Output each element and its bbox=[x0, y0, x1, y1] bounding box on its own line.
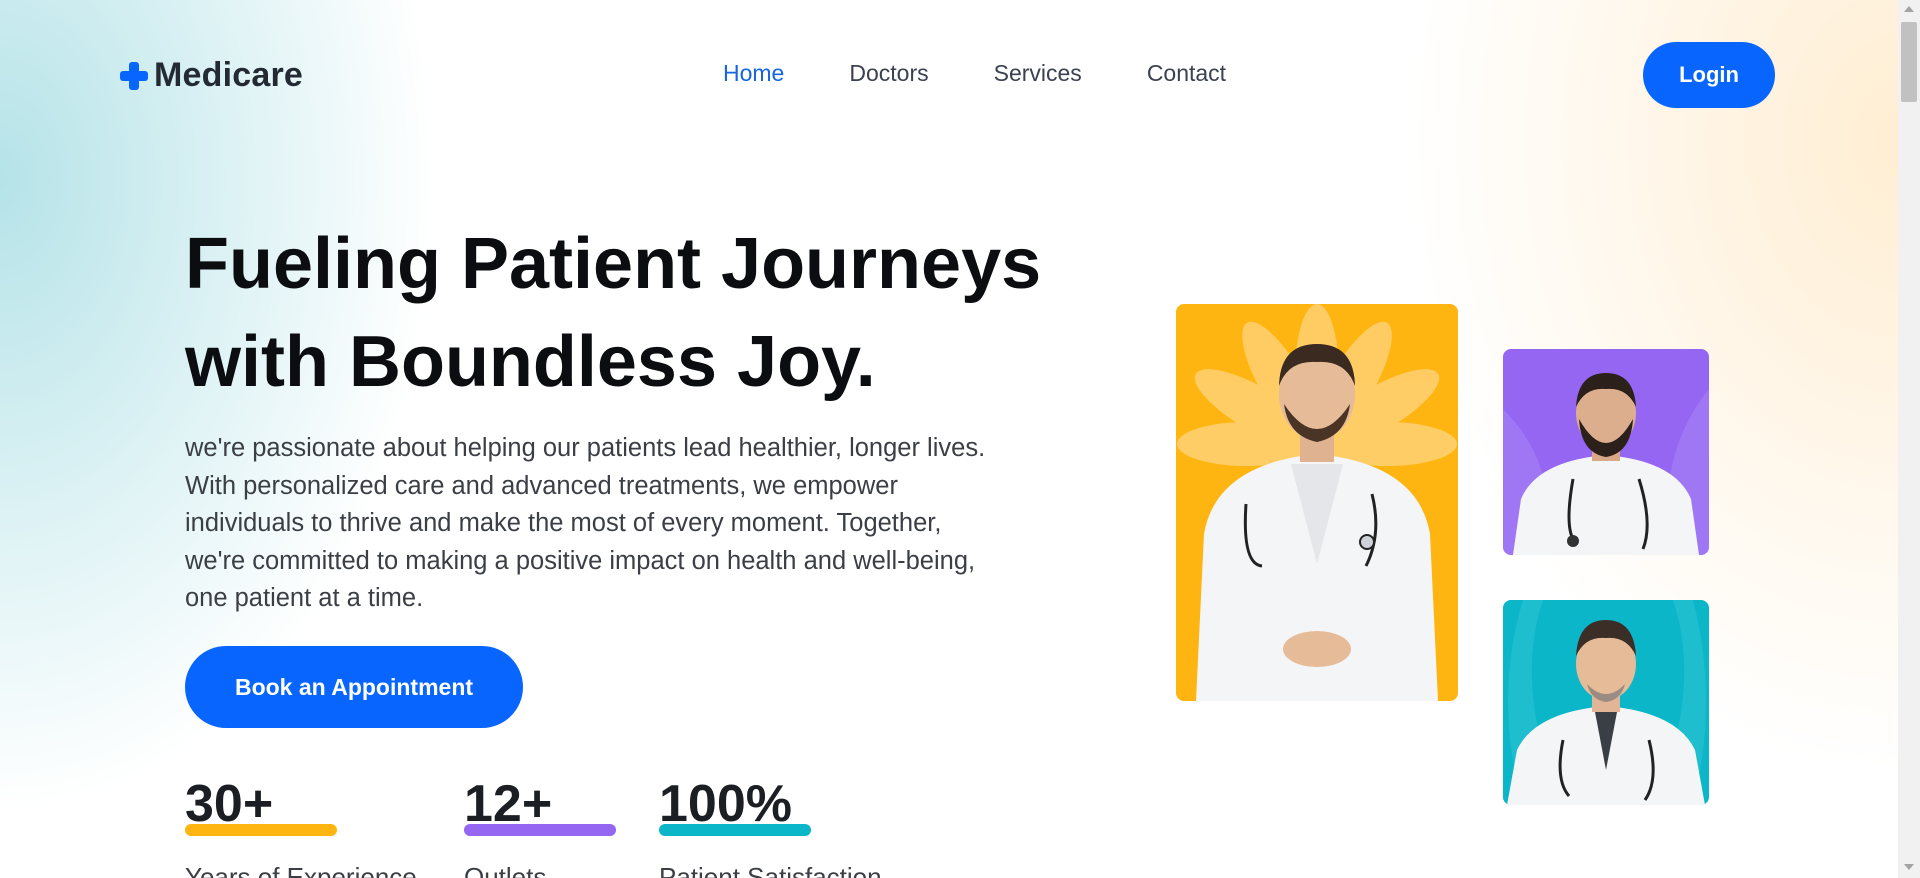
hero-description: we're passionate about helping our patie… bbox=[185, 430, 1035, 618]
hero-title-line-1: Fueling Patient Journeys bbox=[185, 224, 1042, 304]
stat-value: 100% bbox=[659, 775, 792, 833]
nav-doctors[interactable]: Doctors bbox=[849, 60, 928, 87]
page-scrollbar[interactable] bbox=[1898, 0, 1920, 878]
login-button[interactable]: Login bbox=[1643, 42, 1775, 108]
stat-experience: 30+ Years of Experience bbox=[185, 772, 445, 878]
plus-icon bbox=[118, 60, 150, 92]
doctor-photo-yellow bbox=[1176, 304, 1458, 701]
hero-title: Fueling Patient Journeys with Boundless … bbox=[185, 215, 1085, 411]
hero-description-line: we're committed to making a positive imp… bbox=[185, 546, 976, 575]
scroll-down-icon[interactable] bbox=[1904, 864, 1914, 870]
hero-description-line: individuals to thrive and make the most … bbox=[185, 509, 942, 537]
stat-satisfaction: 100% Patient Satisfaction bbox=[659, 772, 919, 878]
brand-name: Medicare bbox=[154, 56, 304, 94]
doctor-photo-teal bbox=[1503, 600, 1709, 805]
doctor-photo-purple bbox=[1503, 349, 1709, 555]
main-nav: Home Doctors Services Contact bbox=[723, 60, 1291, 87]
hero-description-line: With personalized care and advanced trea… bbox=[185, 471, 898, 500]
stat-label: Years of Experience bbox=[185, 862, 417, 878]
hero-description-line: we're passionate about helping our patie… bbox=[185, 434, 986, 462]
scroll-up-icon[interactable] bbox=[1904, 6, 1914, 12]
scrollbar-thumb[interactable] bbox=[1901, 22, 1917, 102]
stat-label: Patient Satisfaction bbox=[659, 862, 882, 878]
nav-services[interactable]: Services bbox=[994, 60, 1082, 87]
stat-value: 30+ bbox=[185, 775, 274, 833]
hero-description-line: one patient at a time. bbox=[185, 584, 424, 612]
landing-page: Medicare Home Doctors Services Contact L… bbox=[0, 0, 1898, 878]
hero-title-line-2: with Boundless Joy. bbox=[185, 322, 876, 402]
brand-logo[interactable]: Medicare bbox=[118, 56, 303, 95]
book-appointment-button[interactable]: Book an Appointment bbox=[185, 646, 523, 728]
nav-home[interactable]: Home bbox=[723, 60, 784, 87]
nav-contact[interactable]: Contact bbox=[1147, 60, 1226, 87]
stat-label: Outlets bbox=[464, 862, 547, 878]
